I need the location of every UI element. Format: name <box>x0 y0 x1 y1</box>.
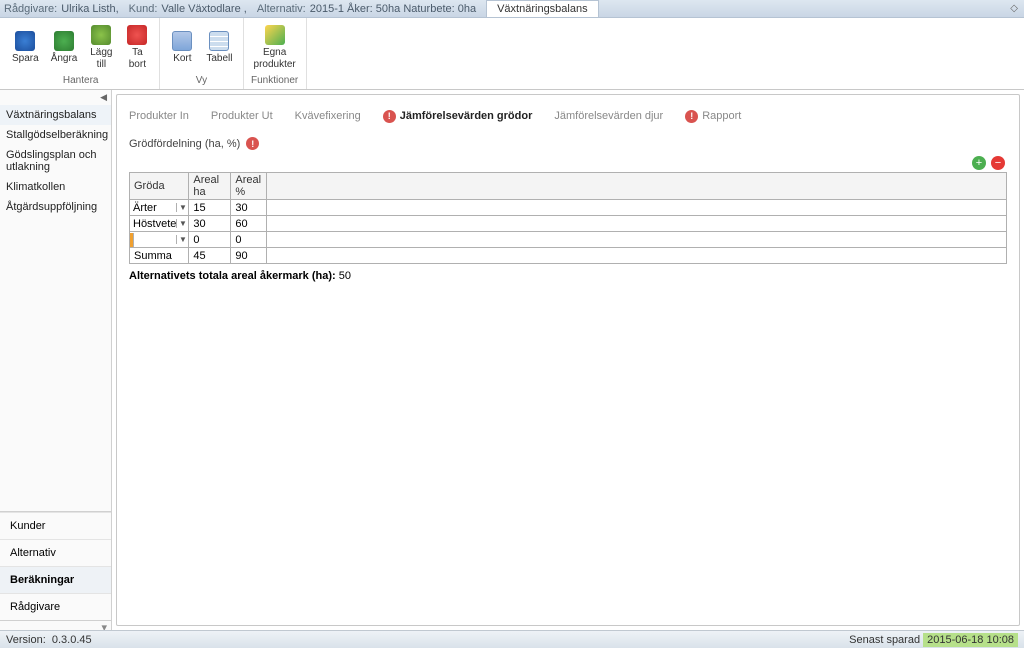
last-saved-value: 2015-06-18 10:08 <box>923 633 1018 647</box>
col-groda[interactable]: Gröda <box>130 173 189 200</box>
blank-cell <box>267 200 1007 216</box>
groda-table: Gröda Areal ha Areal % Ärter▼1530Höstvet… <box>129 172 1007 264</box>
sidebar-item-klimat[interactable]: Klimatkollen <box>0 177 111 197</box>
chevron-down-icon[interactable]: ▼ <box>176 219 188 228</box>
add-button[interactable]: Lägg till <box>83 21 119 73</box>
window-menu-icon[interactable]: ◇ <box>1004 3 1024 14</box>
table-view-button[interactable]: Tabell <box>200 27 238 67</box>
ribbon: Spara Ångra Lägg till Ta bort Hantera Ko… <box>0 18 1024 90</box>
ribbon-group-funktioner: Funktioner <box>248 74 302 87</box>
groda-cell[interactable]: Höstvete▼ <box>130 216 189 232</box>
version-value: 0.3.0.45 <box>52 634 92 646</box>
tab-label: Kvävefixering <box>295 110 361 122</box>
totals-label: Alternativets totala areal åkermark (ha)… <box>129 270 336 282</box>
crumb-alt-label: Alternativ: <box>253 3 310 15</box>
crumb-alt-val: 2015-1 Åker: 50ha Naturbete: 0ha <box>310 3 482 15</box>
sidebar-collapse-icon[interactable]: ◀ <box>0 90 111 105</box>
add-row-button[interactable]: + <box>972 156 986 170</box>
sidebar-item-atgard[interactable]: Åtgärdsuppföljning <box>0 197 111 217</box>
areal-ha-cell[interactable]: 30 <box>189 216 231 232</box>
sum-label: Summa <box>130 248 189 264</box>
col-areal-pct[interactable]: Areal % <box>231 173 267 200</box>
undo-icon <box>54 31 74 51</box>
totals-value: 50 <box>339 270 351 282</box>
blank-cell <box>267 232 1007 248</box>
sidebar-section-kunder[interactable]: Kunder <box>0 512 111 539</box>
last-saved-label: Senast sparad <box>849 634 920 646</box>
warning-icon: ! <box>383 110 396 123</box>
tab-label: Jämförelsevärden djur <box>554 110 663 122</box>
save-button[interactable]: Spara <box>6 27 45 67</box>
sidebar-item-vaxtnaring[interactable]: Växtnäringsbalans <box>0 105 111 125</box>
tab-produkter-ut[interactable]: Produkter Ut <box>211 110 273 122</box>
tab-produkter-in[interactable]: Produkter In <box>129 110 189 122</box>
sidebar-section-alternativ[interactable]: Alternativ <box>0 539 111 566</box>
warning-icon: ! <box>685 110 698 123</box>
sidebar: ◀ VäxtnäringsbalansStallgödselberäkningG… <box>0 90 112 630</box>
warning-icon: ! <box>246 137 259 150</box>
window-tab-active[interactable]: Växtnäringsbalans <box>486 0 599 17</box>
card-view-button[interactable]: Kort <box>164 27 200 67</box>
section-title: Grödfördelning (ha, %) <box>129 138 240 150</box>
remove-button[interactable]: Ta bort <box>119 21 155 73</box>
sum-ha: 45 <box>189 248 231 264</box>
card-icon <box>172 31 192 51</box>
tab-rapport[interactable]: ! Rapport <box>685 110 741 123</box>
blank-cell <box>267 216 1007 232</box>
col-rest <box>267 173 1007 200</box>
undo-button[interactable]: Ångra <box>45 27 84 67</box>
remove-row-button[interactable]: − <box>991 156 1005 170</box>
sidebar-item-stallgodsel[interactable]: Stallgödselberäkning <box>0 125 111 145</box>
minus-icon <box>127 25 147 45</box>
tab-label: Produkter Ut <box>211 110 273 122</box>
areal-pct-cell[interactable]: 30 <box>231 200 267 216</box>
save-icon <box>15 31 35 51</box>
tab-kvavefixering[interactable]: Kvävefixering <box>295 110 361 122</box>
chevron-down-icon[interactable]: ▼ <box>176 203 188 212</box>
ribbon-group-hantera: Hantera <box>6 74 155 87</box>
ribbon-group-vy: Vy <box>164 74 238 87</box>
crumb-kund-val: Valle Växtodlare , <box>161 3 252 15</box>
sidebar-expand-icon[interactable]: ▾ <box>0 620 111 630</box>
version-label: Version: <box>6 634 46 646</box>
crumb-radgivare-val: Ulrika Listh, <box>61 3 124 15</box>
sidebar-section-radgivare[interactable]: Rådgivare <box>0 593 111 620</box>
areal-pct-cell[interactable]: 60 <box>231 216 267 232</box>
tab-jamforelse-djur[interactable]: Jämförelsevärden djur <box>554 110 663 122</box>
areal-ha-cell[interactable]: 15 <box>189 200 231 216</box>
tab-label: Jämförelsevärden grödor <box>400 110 533 122</box>
sidebar-item-godslingsplan[interactable]: Gödslingsplan och utlakning <box>0 145 111 177</box>
table-icon <box>209 31 229 51</box>
crumb-radgivare-label: Rådgivare: <box>0 3 61 15</box>
groda-cell[interactable]: Ärter▼ <box>130 200 189 216</box>
tab-label: Produkter In <box>129 110 189 122</box>
own-products-button[interactable]: Egna produkter <box>248 21 302 73</box>
tab-bar: Produkter In Produkter Ut Kvävefixering! Jä… <box>129 103 1007 129</box>
areal-ha-cell[interactable]: 0 <box>189 232 231 248</box>
sum-pct: 90 <box>231 248 267 264</box>
table-row[interactable]: Ärter▼1530 <box>130 200 1007 216</box>
status-bar: Version: 0.3.0.45 Senast sparad 2015-06-… <box>0 630 1024 648</box>
pencil-plus-icon <box>265 25 285 45</box>
tab-jamforelse-grodor[interactable]: ! Jämförelsevärden grödor <box>383 110 533 123</box>
table-row[interactable]: Höstvete▼3060 <box>130 216 1007 232</box>
tab-label: Rapport <box>702 110 741 122</box>
blank-cell <box>267 248 1007 264</box>
col-areal-ha[interactable]: Areal ha <box>189 173 231 200</box>
groda-cell[interactable]: ▼ <box>130 232 189 248</box>
title-bar: Rådgivare: Ulrika Listh, Kund: Valle Väx… <box>0 0 1024 18</box>
sidebar-section-berakningar[interactable]: Beräkningar <box>0 566 111 593</box>
plus-icon <box>91 25 111 45</box>
crumb-kund-label: Kund: <box>125 3 162 15</box>
table-sum-row: Summa4590 <box>130 248 1007 264</box>
chevron-down-icon[interactable]: ▼ <box>176 235 188 244</box>
table-row[interactable]: ▼00 <box>130 232 1007 248</box>
areal-pct-cell[interactable]: 0 <box>231 232 267 248</box>
